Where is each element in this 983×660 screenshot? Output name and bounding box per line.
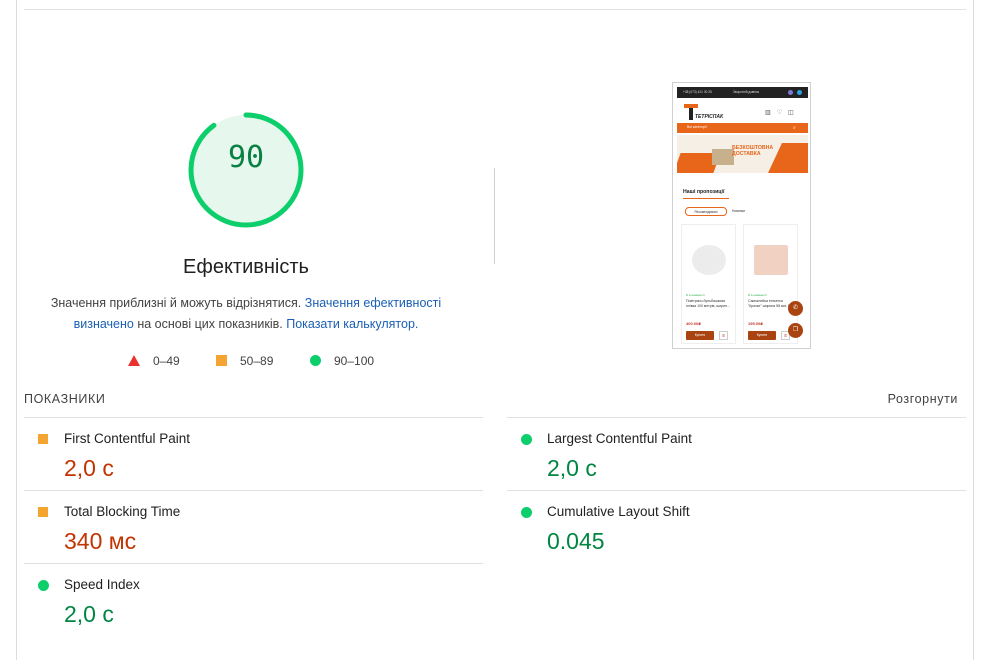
telegram-icon [797, 90, 802, 95]
legend-average: 50–89 [216, 353, 273, 369]
metric-value: 0.045 [547, 528, 605, 554]
metric-value: 2,0 с [64, 455, 114, 481]
vertical-divider [494, 168, 495, 264]
legend-fail-label: 0–49 [153, 353, 180, 368]
metrics-title: ПОКАЗНИКИ [24, 392, 106, 406]
phone-fab-icon: ✆ [788, 301, 803, 316]
gauge-score: 90 [227, 140, 265, 175]
phone-icon: ✆ [719, 331, 728, 340]
metric-name: Speed Index [64, 577, 140, 592]
description-text: на основі цих показників. [133, 317, 287, 331]
expand-button[interactable]: Розгорнути [888, 392, 958, 406]
legend-pass-label: 90–100 [334, 353, 375, 368]
metric-value: 2,0 с [547, 455, 597, 481]
average-square-icon [38, 434, 48, 444]
screenshot-underline [683, 198, 729, 199]
screenshot-tab-new: Новинки [732, 209, 745, 213]
screenshot-callback: Зворотній дзвінок [733, 90, 760, 94]
legend-fail: 0–49 [128, 353, 180, 369]
metric-total-blocking-time[interactable]: Total Blocking Time 340 мс [24, 490, 483, 564]
screenshot-product-card: Є в наявності Повітряно-бульбашкова плів… [681, 224, 736, 344]
square-icon [216, 355, 227, 367]
product-price: 400.00₴ [686, 321, 701, 326]
search-icon: ⌕ [793, 125, 796, 131]
product-name: Повітряно-бульбашкова плівка 100 метрів,… [686, 299, 730, 308]
screenshot-search-text: Всі категорії [687, 125, 707, 129]
screenshot-phone: +38 (073) 421 30 25 [683, 90, 712, 94]
average-square-icon [38, 507, 48, 517]
performance-gauge[interactable]: 90 [184, 112, 308, 230]
metric-cumulative-layout-shift[interactable]: Cumulative Layout Shift 0.045 [507, 490, 966, 564]
metric-name: Total Blocking Time [64, 504, 181, 519]
screenshot-tab-recommended: Рекомендовані [685, 207, 727, 216]
calculator-link[interactable]: Показати калькулятор. [286, 317, 418, 331]
final-screenshot[interactable]: +38 (073) 421 30 25 Зворотній дзвінок ТЕ… [672, 82, 811, 349]
triangle-icon [128, 355, 140, 367]
viber-icon [788, 90, 793, 95]
screenshot-logo-text: ТЕТРІСПАК [695, 114, 724, 120]
pass-circle-icon [38, 580, 49, 591]
product-buy-button: Купити [748, 331, 776, 340]
metric-speed-index[interactable]: Speed Index 2,0 с [24, 563, 483, 637]
legend-average-label: 50–89 [240, 353, 274, 368]
pass-circle-icon [521, 507, 532, 518]
gauge-title: Ефективність [183, 256, 309, 278]
product-stock: Є в наявності [748, 293, 767, 297]
product-image [692, 245, 726, 275]
screenshot-header-icons: ▥♡◫ [765, 110, 800, 116]
product-stock: Є в наявності [686, 293, 705, 297]
metric-name: Largest Contentful Paint [547, 431, 692, 446]
metric-first-contentful-paint[interactable]: First Contentful Paint 2,0 с [24, 417, 483, 491]
metric-value: 2,0 с [64, 601, 114, 627]
circle-icon [310, 355, 321, 367]
divider [24, 9, 966, 10]
pass-circle-icon [521, 434, 532, 445]
metric-name: First Contentful Paint [64, 431, 191, 446]
metric-name: Cumulative Layout Shift [547, 504, 690, 519]
description: Значення приблизні й можуть відрізнятися… [50, 293, 442, 335]
product-buy-button: Купити [686, 331, 714, 340]
screenshot-topbar: +38 (073) 421 30 25 Зворотній дзвінок [677, 87, 808, 98]
product-image [754, 245, 788, 275]
metric-largest-contentful-paint[interactable]: Largest Contentful Paint 2,0 с [507, 417, 966, 491]
legend-pass: 90–100 [310, 353, 374, 369]
metric-value: 340 мс [64, 528, 137, 554]
screenshot-banner-text: БЕЗКОШТОВНА ДОСТАВКА [732, 145, 774, 157]
chat-fab-icon: ❐ [788, 323, 803, 338]
screenshot-section-title: Наші пропозиції [683, 189, 725, 195]
product-price: 195.00₴ [748, 321, 763, 326]
description-text: Значення приблизні й можуть відрізнятися… [50, 296, 305, 310]
